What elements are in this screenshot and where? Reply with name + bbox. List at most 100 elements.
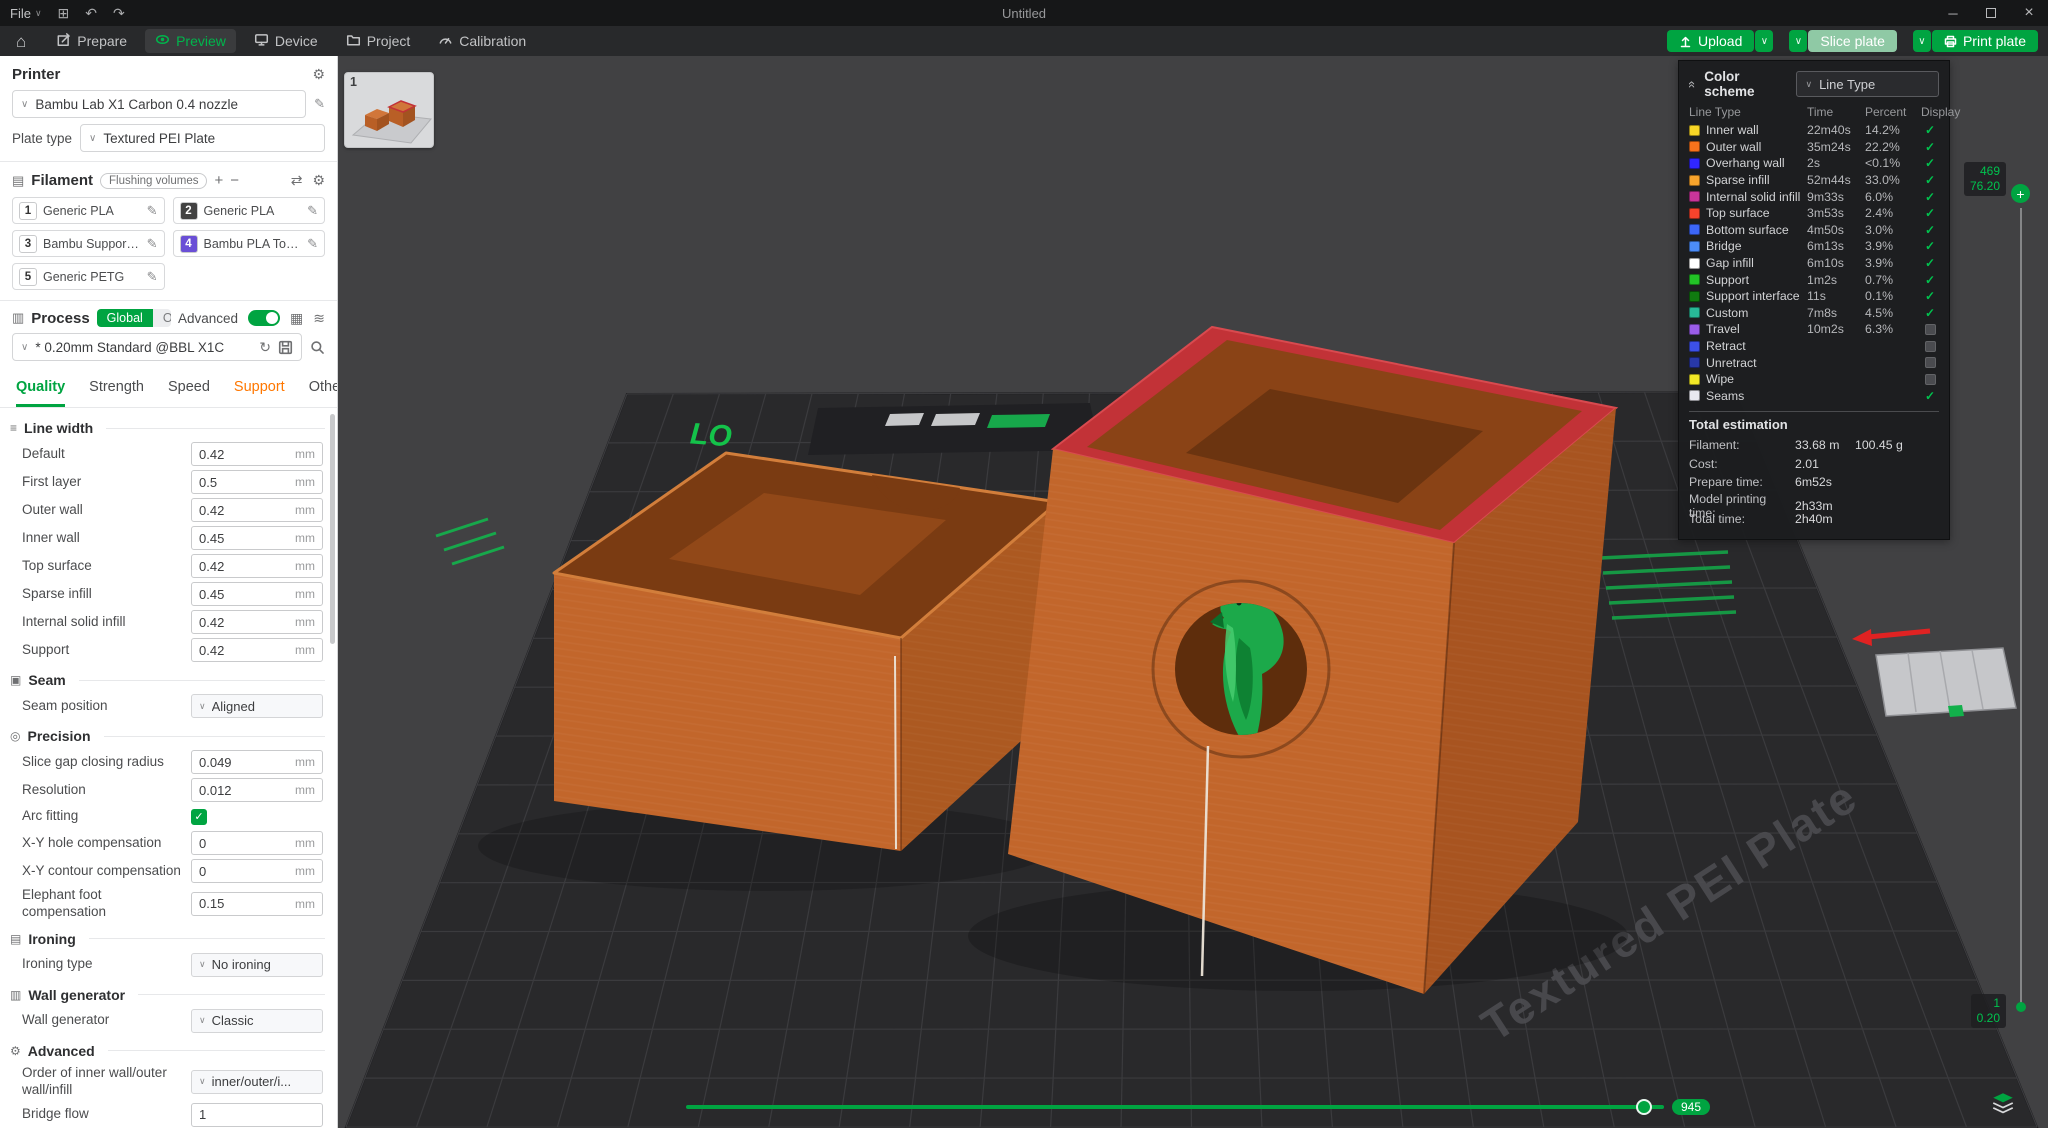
display-checkbox[interactable] (1924, 373, 1936, 385)
filament-slot[interactable]: 5 Generic PETG ✎ (12, 263, 165, 290)
param-input[interactable]: 0.42 mm (191, 638, 323, 662)
param-tab-support[interactable]: Support (234, 379, 285, 407)
param-select[interactable]: ∨ No ironing (191, 952, 323, 977)
filament-color-swatch[interactable]: 5 (19, 267, 37, 286)
param-input[interactable]: 0.42 mm (191, 442, 323, 466)
param-select[interactable]: ∨ Classic (191, 1008, 323, 1033)
view-type-select[interactable]: ∨ Line Type (1796, 71, 1939, 97)
process-preset-select[interactable]: ∨ * 0.20mm Standard @BBL X1C ↻ (12, 333, 302, 361)
undo-icon[interactable]: ↶ (85, 5, 97, 22)
param-checkbox[interactable]: ✓ (191, 808, 207, 825)
layer-slider-track[interactable] (2020, 208, 2022, 1004)
collapse-panel-icon[interactable]: « (1685, 80, 1700, 87)
param-input[interactable]: 0.45 mm (191, 526, 323, 550)
sidebar-scrollbar[interactable] (330, 414, 335, 644)
plate-type-select[interactable]: ∨ Textured PEI Plate (80, 124, 325, 152)
layer-slider-handle[interactable]: + (2011, 184, 2030, 203)
display-checkbox[interactable]: ✓ (1925, 274, 1935, 286)
print-plate-button[interactable]: Print plate (1931, 30, 2038, 52)
process-scope-switch[interactable]: Global Objects (96, 309, 171, 327)
view-list-icon[interactable]: ▦ (290, 310, 303, 327)
param-input[interactable]: 0.42 mm (191, 498, 323, 522)
display-checkbox[interactable]: ✓ (1925, 174, 1935, 186)
tab-calibration[interactable]: Calibration (428, 29, 536, 53)
filament-color-swatch[interactable]: 3 (19, 234, 37, 253)
tab-device[interactable]: Device (244, 29, 328, 53)
display-checkbox[interactable]: ✓ (1925, 390, 1935, 402)
param-input[interactable]: 0 mm (191, 859, 323, 883)
printer-select[interactable]: ∨ Bambu Lab X1 Carbon 0.4 nozzle (12, 90, 307, 118)
display-checkbox[interactable]: ✓ (1925, 207, 1935, 219)
sync-filament-icon[interactable]: ⇄ (291, 172, 303, 189)
filament-settings-icon[interactable]: ⚙ (312, 172, 325, 189)
edit-filament-icon[interactable]: ✎ (147, 236, 158, 252)
reset-preset-icon[interactable]: ↻ (259, 339, 271, 356)
param-tab-others[interactable]: Others (309, 379, 337, 407)
objects-segment[interactable]: Objects (152, 309, 171, 327)
filament-slot[interactable]: 1 Generic PLA ✎ (12, 197, 165, 224)
param-select[interactable]: ∨ inner/outer/i... (191, 1069, 323, 1094)
param-input[interactable]: 0.42 mm (191, 554, 323, 578)
compare-presets-icon[interactable]: ≋ (313, 310, 325, 327)
minimize-button[interactable]: ─ (1934, 0, 1972, 26)
flushing-volumes-button[interactable]: Flushing volumes (99, 172, 208, 189)
filament-color-swatch[interactable]: 4 (179, 234, 198, 253)
advanced-toggle[interactable] (248, 310, 281, 326)
close-button[interactable]: × (2010, 0, 2048, 26)
display-checkbox[interactable]: ✓ (1925, 307, 1935, 319)
slice-plate-button[interactable]: Slice plate (1808, 30, 1897, 52)
param-tab-quality[interactable]: Quality (16, 379, 66, 407)
display-checkbox[interactable]: ✓ (1925, 240, 1935, 252)
edit-filament-icon[interactable]: ✎ (147, 203, 158, 219)
edit-filament-icon[interactable]: ✎ (307, 236, 318, 252)
edit-printer-icon[interactable]: ✎ (314, 96, 325, 112)
filament-slot[interactable]: 3 Bambu Support For P... ✎ (12, 230, 165, 257)
moves-slider[interactable]: 945 (686, 1098, 1711, 1116)
new-project-icon[interactable]: ⊞ (58, 5, 70, 22)
param-select[interactable]: ∨ Aligned (191, 694, 323, 718)
home-icon[interactable]: ⌂ (16, 33, 26, 50)
moves-slider-handle[interactable] (1636, 1099, 1652, 1115)
param-input[interactable]: 0.012 mm (191, 778, 323, 802)
slice-dropdown[interactable]: ∨ (1789, 30, 1808, 52)
param-input[interactable]: 0 mm (191, 831, 323, 855)
param-input[interactable]: 0.049 mm (191, 750, 323, 774)
upload-button[interactable]: Upload (1666, 30, 1755, 52)
edit-filament-icon[interactable]: ✎ (147, 269, 158, 285)
param-tab-strength[interactable]: Strength (89, 379, 144, 407)
upload-dropdown[interactable]: ∨ (1755, 30, 1774, 52)
plate-thumbnail[interactable]: 1 (344, 72, 434, 148)
add-filament-button[interactable]: + (214, 173, 223, 188)
display-checkbox[interactable]: ✓ (1925, 141, 1935, 153)
display-checkbox[interactable]: ✓ (1925, 124, 1935, 136)
global-segment[interactable]: Global (96, 309, 153, 327)
maximize-button[interactable] (1972, 0, 2010, 26)
display-checkbox[interactable] (1924, 357, 1936, 369)
param-input[interactable]: 0.45 mm (191, 582, 323, 606)
remove-filament-button[interactable]: − (230, 173, 239, 188)
display-checkbox[interactable] (1924, 323, 1936, 335)
param-input[interactable]: 0.5 mm (191, 470, 323, 494)
display-checkbox[interactable]: ✓ (1925, 191, 1935, 203)
tab-preview[interactable]: Preview (145, 29, 236, 53)
display-checkbox[interactable]: ✓ (1925, 257, 1935, 269)
layers-icon[interactable] (1990, 1090, 2016, 1116)
display-checkbox[interactable]: ✓ (1925, 157, 1935, 169)
redo-icon[interactable]: ↷ (113, 5, 125, 22)
param-input[interactable]: 0.15 mm (191, 891, 323, 916)
filament-color-swatch[interactable]: 2 (179, 201, 198, 220)
search-preset-icon[interactable] (310, 340, 325, 355)
tab-project[interactable]: Project (336, 29, 421, 53)
print-dropdown[interactable]: ∨ (1912, 30, 1931, 52)
display-checkbox[interactable]: ✓ (1925, 290, 1935, 302)
moves-slider-track[interactable] (686, 1105, 1664, 1109)
viewport-3d[interactable]: LO Textured PEI Plate 1 « Color scheme ∨… (338, 56, 2048, 1128)
filament-slot[interactable]: 2 Generic PLA ✎ (172, 197, 325, 224)
tab-prepare[interactable]: Prepare (46, 29, 137, 53)
param-input[interactable]: 0.42 mm (191, 610, 323, 634)
display-checkbox[interactable]: ✓ (1925, 224, 1935, 236)
printer-settings-icon[interactable]: ⚙ (312, 66, 325, 83)
filament-color-swatch[interactable]: 1 (19, 201, 37, 220)
param-tab-speed[interactable]: Speed (168, 379, 210, 407)
save-preset-icon[interactable] (278, 340, 293, 355)
